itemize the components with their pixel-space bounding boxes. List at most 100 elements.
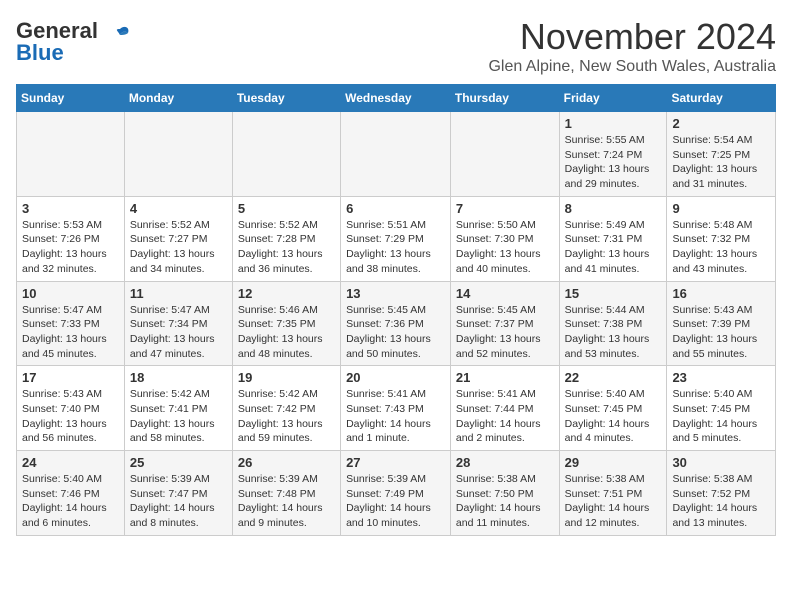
day-info: Sunrise: 5:46 AM Sunset: 7:35 PM Dayligh… [238,303,335,362]
logo-bird-icon [100,21,132,53]
day-number: 15 [565,286,662,301]
day-info: Sunrise: 5:42 AM Sunset: 7:42 PM Dayligh… [238,387,335,446]
calendar-cell: 11 Sunrise: 5:47 AM Sunset: 7:34 PM Dayl… [124,281,232,366]
day-info: Sunrise: 5:43 AM Sunset: 7:40 PM Dayligh… [22,387,119,446]
calendar-cell: 18 Sunrise: 5:42 AM Sunset: 7:41 PM Dayl… [124,366,232,451]
day-info: Sunrise: 5:39 AM Sunset: 7:49 PM Dayligh… [346,472,445,531]
calendar-cell: 19 Sunrise: 5:42 AM Sunset: 7:42 PM Dayl… [232,366,340,451]
day-number: 4 [130,201,227,216]
day-number: 19 [238,370,335,385]
day-info: Sunrise: 5:38 AM Sunset: 7:50 PM Dayligh… [456,472,554,531]
day-info: Sunrise: 5:40 AM Sunset: 7:45 PM Dayligh… [672,387,770,446]
day-info: Sunrise: 5:38 AM Sunset: 7:52 PM Dayligh… [672,472,770,531]
calendar-cell: 15 Sunrise: 5:44 AM Sunset: 7:38 PM Dayl… [559,281,667,366]
day-number: 10 [22,286,119,301]
calendar-cell: 30 Sunrise: 5:38 AM Sunset: 7:52 PM Dayl… [667,451,776,536]
day-number: 13 [346,286,445,301]
day-number: 27 [346,455,445,470]
day-info: Sunrise: 5:45 AM Sunset: 7:36 PM Dayligh… [346,303,445,362]
calendar-cell: 6 Sunrise: 5:51 AM Sunset: 7:29 PM Dayli… [341,196,451,281]
calendar-cell: 8 Sunrise: 5:49 AM Sunset: 7:31 PM Dayli… [559,196,667,281]
calendar-cell: 22 Sunrise: 5:40 AM Sunset: 7:45 PM Dayl… [559,366,667,451]
day-info: Sunrise: 5:50 AM Sunset: 7:30 PM Dayligh… [456,218,554,277]
day-number: 29 [565,455,662,470]
calendar-cell: 24 Sunrise: 5:40 AM Sunset: 7:46 PM Dayl… [17,451,125,536]
day-number: 25 [130,455,227,470]
calendar-cell: 2 Sunrise: 5:54 AM Sunset: 7:25 PM Dayli… [667,112,776,197]
day-info: Sunrise: 5:52 AM Sunset: 7:27 PM Dayligh… [130,218,227,277]
calendar-cell: 1 Sunrise: 5:55 AM Sunset: 7:24 PM Dayli… [559,112,667,197]
day-info: Sunrise: 5:48 AM Sunset: 7:32 PM Dayligh… [672,218,770,277]
week-row-5: 24 Sunrise: 5:40 AM Sunset: 7:46 PM Dayl… [17,451,776,536]
header-cell-wednesday: Wednesday [341,85,451,112]
day-number: 24 [22,455,119,470]
calendar-cell: 25 Sunrise: 5:39 AM Sunset: 7:47 PM Dayl… [124,451,232,536]
day-number: 3 [22,201,119,216]
calendar-cell: 29 Sunrise: 5:38 AM Sunset: 7:51 PM Dayl… [559,451,667,536]
header-cell-tuesday: Tuesday [232,85,340,112]
week-row-1: 1 Sunrise: 5:55 AM Sunset: 7:24 PM Dayli… [17,112,776,197]
calendar-cell: 26 Sunrise: 5:39 AM Sunset: 7:48 PM Dayl… [232,451,340,536]
calendar-cell [341,112,451,197]
day-info: Sunrise: 5:53 AM Sunset: 7:26 PM Dayligh… [22,218,119,277]
calendar-cell [232,112,340,197]
day-info: Sunrise: 5:40 AM Sunset: 7:46 PM Dayligh… [22,472,119,531]
day-info: Sunrise: 5:49 AM Sunset: 7:31 PM Dayligh… [565,218,662,277]
calendar-cell: 9 Sunrise: 5:48 AM Sunset: 7:32 PM Dayli… [667,196,776,281]
day-info: Sunrise: 5:40 AM Sunset: 7:45 PM Dayligh… [565,387,662,446]
day-number: 20 [346,370,445,385]
calendar-cell: 5 Sunrise: 5:52 AM Sunset: 7:28 PM Dayli… [232,196,340,281]
calendar-cell: 16 Sunrise: 5:43 AM Sunset: 7:39 PM Dayl… [667,281,776,366]
day-info: Sunrise: 5:42 AM Sunset: 7:41 PM Dayligh… [130,387,227,446]
week-row-4: 17 Sunrise: 5:43 AM Sunset: 7:40 PM Dayl… [17,366,776,451]
calendar-cell: 28 Sunrise: 5:38 AM Sunset: 7:50 PM Dayl… [450,451,559,536]
day-number: 22 [565,370,662,385]
day-number: 30 [672,455,770,470]
header: GeneralBlue November 2024 Glen Alpine, N… [16,16,776,76]
title-area: November 2024 Glen Alpine, New South Wal… [488,16,776,76]
day-number: 9 [672,201,770,216]
day-info: Sunrise: 5:55 AM Sunset: 7:24 PM Dayligh… [565,133,662,192]
calendar-cell [124,112,232,197]
week-row-3: 10 Sunrise: 5:47 AM Sunset: 7:33 PM Dayl… [17,281,776,366]
day-info: Sunrise: 5:52 AM Sunset: 7:28 PM Dayligh… [238,218,335,277]
day-info: Sunrise: 5:39 AM Sunset: 7:48 PM Dayligh… [238,472,335,531]
day-info: Sunrise: 5:41 AM Sunset: 7:44 PM Dayligh… [456,387,554,446]
calendar-cell [17,112,125,197]
calendar-cell: 27 Sunrise: 5:39 AM Sunset: 7:49 PM Dayl… [341,451,451,536]
calendar-body: 1 Sunrise: 5:55 AM Sunset: 7:24 PM Dayli… [17,112,776,536]
calendar-header: SundayMondayTuesdayWednesdayThursdayFrid… [17,85,776,112]
day-number: 7 [456,201,554,216]
day-info: Sunrise: 5:39 AM Sunset: 7:47 PM Dayligh… [130,472,227,531]
main-title: November 2024 [488,16,776,58]
day-number: 18 [130,370,227,385]
day-number: 26 [238,455,335,470]
day-info: Sunrise: 5:38 AM Sunset: 7:51 PM Dayligh… [565,472,662,531]
day-number: 1 [565,116,662,131]
calendar-cell: 23 Sunrise: 5:40 AM Sunset: 7:45 PM Dayl… [667,366,776,451]
calendar-cell: 12 Sunrise: 5:46 AM Sunset: 7:35 PM Dayl… [232,281,340,366]
header-cell-monday: Monday [124,85,232,112]
day-number: 21 [456,370,554,385]
day-info: Sunrise: 5:43 AM Sunset: 7:39 PM Dayligh… [672,303,770,362]
calendar-cell: 17 Sunrise: 5:43 AM Sunset: 7:40 PM Dayl… [17,366,125,451]
day-number: 14 [456,286,554,301]
day-number: 6 [346,201,445,216]
day-number: 8 [565,201,662,216]
header-cell-friday: Friday [559,85,667,112]
calendar-cell: 10 Sunrise: 5:47 AM Sunset: 7:33 PM Dayl… [17,281,125,366]
calendar-cell: 13 Sunrise: 5:45 AM Sunset: 7:36 PM Dayl… [341,281,451,366]
header-cell-sunday: Sunday [17,85,125,112]
header-cell-thursday: Thursday [450,85,559,112]
day-number: 28 [456,455,554,470]
calendar-cell: 20 Sunrise: 5:41 AM Sunset: 7:43 PM Dayl… [341,366,451,451]
subtitle: Glen Alpine, New South Wales, Australia [488,58,776,76]
day-info: Sunrise: 5:54 AM Sunset: 7:25 PM Dayligh… [672,133,770,192]
calendar-cell: 21 Sunrise: 5:41 AM Sunset: 7:44 PM Dayl… [450,366,559,451]
day-info: Sunrise: 5:41 AM Sunset: 7:43 PM Dayligh… [346,387,445,446]
day-number: 23 [672,370,770,385]
header-row: SundayMondayTuesdayWednesdayThursdayFrid… [17,85,776,112]
calendar-cell: 14 Sunrise: 5:45 AM Sunset: 7:37 PM Dayl… [450,281,559,366]
day-number: 17 [22,370,119,385]
day-number: 12 [238,286,335,301]
